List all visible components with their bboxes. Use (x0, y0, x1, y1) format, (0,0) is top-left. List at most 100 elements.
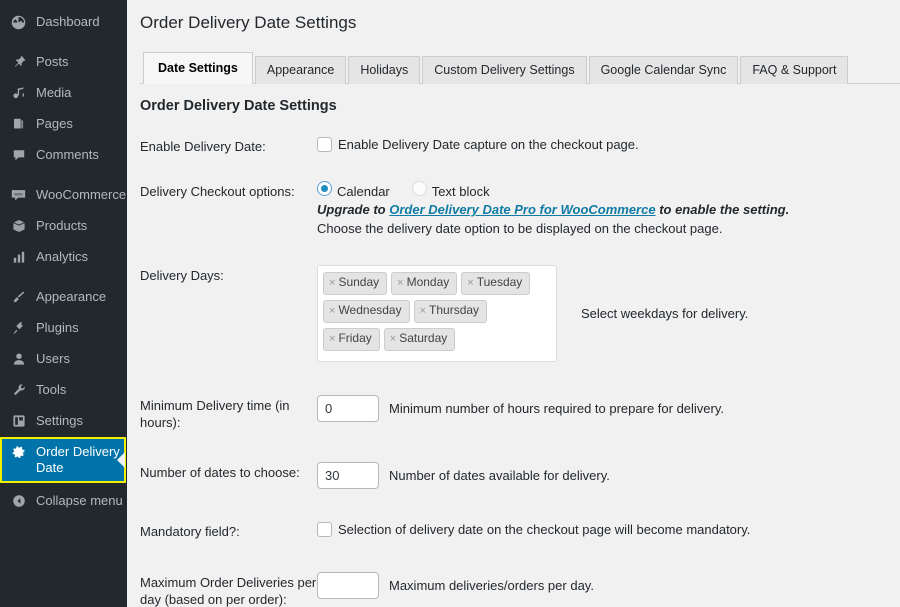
remove-icon[interactable]: × (329, 277, 335, 289)
sidebar-item-label: Plugins (28, 320, 79, 336)
pages-icon (9, 115, 28, 133)
sidebar-item-pages[interactable]: Pages (0, 109, 127, 140)
upgrade-pro-link[interactable]: Order Delivery Date Pro for WooCommerce (389, 202, 655, 217)
minimum-delivery-time-note: Minimum number of hours required to prep… (389, 400, 724, 418)
sidebar-item-label: Posts (28, 54, 69, 70)
sidebar-item-label: Products (28, 218, 87, 234)
remove-icon[interactable]: × (467, 277, 473, 289)
enable-delivery-date-checkbox[interactable]: Enable Delivery Date capture on the chec… (317, 136, 900, 153)
row-number-of-dates: Number of dates to choose: Number of dat… (140, 431, 900, 489)
sidebar-item-plugins[interactable]: Plugins (0, 313, 127, 344)
day-chip-wednesday[interactable]: ×Wednesday (323, 300, 410, 323)
comments-icon (9, 146, 28, 164)
mandatory-field-checkbox[interactable]: Selection of delivery date on the checko… (317, 521, 900, 538)
delivery-checkout-options-label: Delivery Checkout options: (140, 181, 317, 200)
day-chip-monday[interactable]: × Monday (391, 272, 457, 295)
day-chip-sunday[interactable]: ×Sunday (323, 272, 387, 295)
remove-icon[interactable]: × (390, 333, 396, 345)
tab-holidays[interactable]: Holidays (348, 56, 420, 84)
dashboard-icon (9, 13, 28, 31)
products-icon (9, 217, 28, 235)
day-chip-label: Wednesday (338, 303, 401, 317)
collapse-menu-button[interactable]: Collapse menu (0, 486, 127, 517)
active-menu-arrow-icon (117, 452, 125, 468)
section-title: Order Delivery Date Settings (140, 98, 900, 114)
remove-icon[interactable]: × (329, 333, 335, 345)
sidebar-item-posts[interactable]: Posts (0, 47, 127, 78)
row-delivery-days: Delivery Days: ×Sunday ×Monday ×Tuesday … (140, 239, 900, 362)
radio-calendar[interactable] (317, 181, 332, 196)
sidebar-item-comments[interactable]: Comments (0, 140, 127, 171)
sidebar-item-label: Tools (28, 382, 66, 398)
settings-form: Enable Delivery Date: Enable Delivery Da… (140, 114, 900, 607)
max-order-deliveries-input[interactable] (317, 572, 379, 599)
row-delivery-checkout-options: Delivery Checkout options: Calendar Text… (140, 155, 900, 239)
day-chip-thursday[interactable]: ×Thursday (414, 300, 487, 323)
main-content: Order Delivery Date Settings Date Settin… (127, 0, 900, 607)
tab-date-settings[interactable]: Date Settings (143, 52, 253, 84)
sidebar-item-label: Dashboard (28, 14, 100, 30)
tab-custom-delivery-settings[interactable]: Custom Delivery Settings (422, 56, 586, 84)
radio-calendar-label: Calendar (337, 183, 390, 201)
sidebar-item-analytics[interactable]: Analytics (0, 242, 127, 273)
sidebar-divider (0, 38, 127, 47)
sidebar-item-users[interactable]: Users (0, 344, 127, 375)
row-mandatory-field: Mandatory field?: Selection of delivery … (140, 489, 900, 540)
sidebar-item-woocommerce[interactable]: woo WooCommerce (0, 180, 127, 211)
minimum-delivery-time-input[interactable] (317, 395, 379, 422)
sidebar-item-tools[interactable]: Tools (0, 375, 127, 406)
sidebar-divider (0, 171, 127, 180)
sidebar-item-label: Pages (28, 116, 73, 132)
sidebar-item-label: WooCommerce (28, 187, 126, 203)
checkbox-box-icon[interactable] (317, 137, 332, 152)
remove-icon[interactable]: × (329, 305, 335, 317)
delivery-days-label: Delivery Days: (140, 265, 317, 284)
delivery-days-note: Select weekdays for delivery. (581, 305, 748, 323)
sidebar-item-appearance[interactable]: Appearance (0, 282, 127, 313)
number-of-dates-note: Number of dates available for delivery. (389, 467, 610, 485)
sidebar-divider (0, 273, 127, 282)
media-icon (9, 84, 28, 102)
enable-delivery-date-checkbox-text: Enable Delivery Date capture on the chec… (338, 136, 639, 153)
sidebar-item-products[interactable]: Products (0, 211, 127, 242)
upgrade-suffix: to enable the setting. (656, 202, 790, 217)
analytics-icon (9, 248, 28, 266)
checkbox-box-icon[interactable] (317, 522, 332, 537)
tab-appearance[interactable]: Appearance (255, 56, 346, 84)
day-chip-label: Monday (407, 275, 450, 289)
delivery-days-multiselect[interactable]: ×Sunday ×Monday ×Tuesday ×Wednesday ×Thu… (317, 265, 557, 362)
sidebar-item-label: Appearance (28, 289, 106, 305)
number-of-dates-input[interactable] (317, 462, 379, 489)
remove-icon[interactable]: × (397, 277, 403, 289)
plugins-icon (9, 319, 28, 337)
admin-sidebar: Dashboard Posts Media Pages Commen (0, 0, 127, 607)
settings-tab-bar: Date Settings Appearance Holidays Custom… (140, 55, 900, 84)
pin-icon (9, 53, 28, 71)
sidebar-item-order-delivery-date[interactable]: Order Delivery Date (0, 437, 126, 483)
gear-icon (9, 443, 28, 461)
sidebar-item-label: Comments (28, 147, 99, 163)
row-enable-delivery-date: Enable Delivery Date: Enable Delivery Da… (140, 114, 900, 155)
sidebar-item-label: Analytics (28, 249, 88, 265)
admin-screen: Dashboard Posts Media Pages Commen (0, 0, 900, 607)
day-chip-saturday[interactable]: ×Saturday (384, 328, 455, 351)
remove-icon[interactable]: × (420, 305, 426, 317)
day-chip-tuesday[interactable]: ×Tuesday (461, 272, 530, 295)
minimum-delivery-time-label: Minimum Delivery time (in hours): (140, 395, 317, 431)
radio-text-block[interactable] (412, 181, 427, 196)
day-chip-friday[interactable]: ×Friday (323, 328, 380, 351)
tab-faq-support[interactable]: FAQ & Support (740, 56, 848, 84)
users-icon (9, 350, 28, 368)
tab-google-calendar-sync[interactable]: Google Calendar Sync (589, 56, 739, 84)
sidebar-item-media[interactable]: Media (0, 78, 127, 109)
upgrade-prefix: Upgrade to (317, 202, 389, 217)
sidebar-item-dashboard[interactable]: Dashboard (0, 7, 127, 38)
sidebar-item-settings[interactable]: Settings (0, 406, 127, 437)
upgrade-notice: Upgrade to Order Delivery Date Pro for W… (317, 201, 789, 219)
number-of-dates-label: Number of dates to choose: (140, 462, 317, 481)
sidebar-item-label: Settings (28, 413, 83, 429)
sidebar-item-label: Order Delivery Date (28, 444, 124, 476)
appearance-icon (9, 288, 28, 306)
svg-text:woo: woo (14, 191, 23, 196)
collapse-menu-label: Collapse menu (28, 493, 123, 509)
